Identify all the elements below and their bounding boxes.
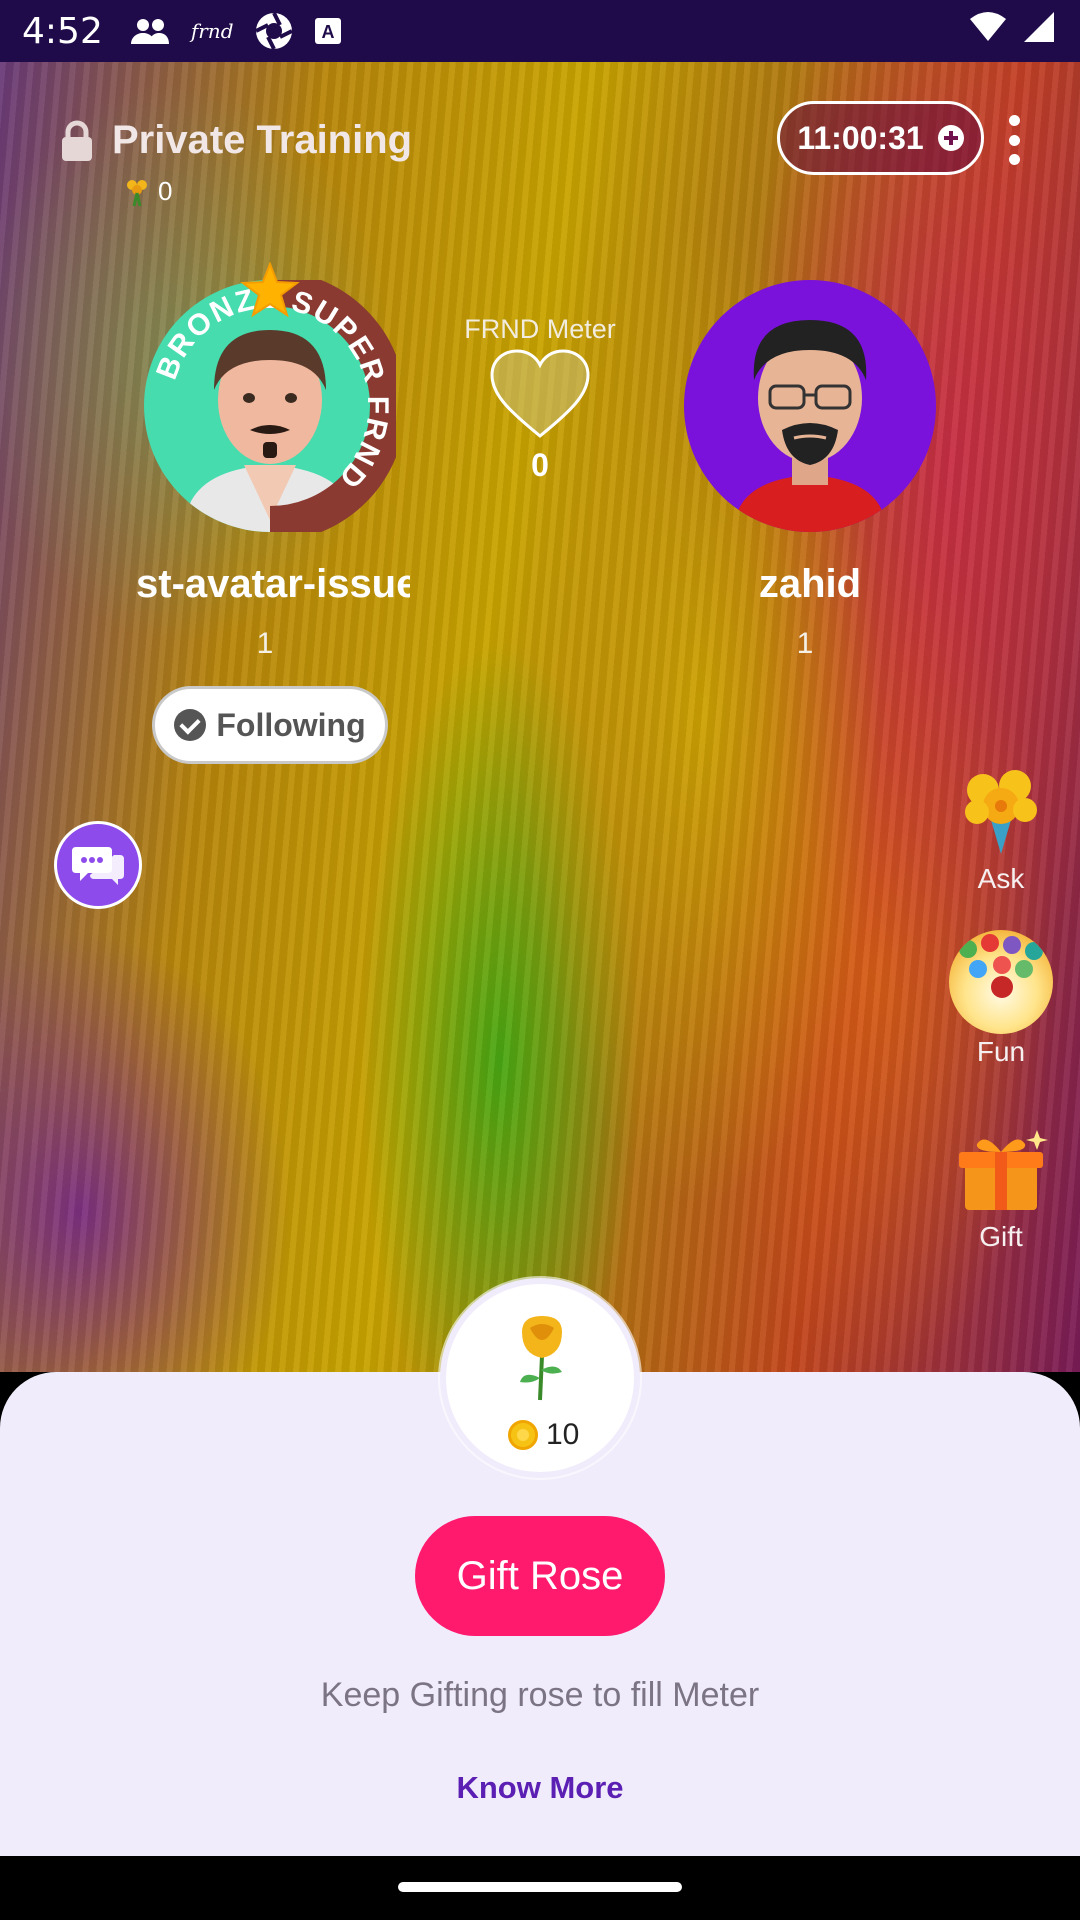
frnd-meter-label: FRND Meter: [464, 314, 616, 344]
know-more-link[interactable]: Know More: [440, 1770, 640, 1806]
more-options-button[interactable]: [1004, 115, 1024, 165]
status-bar: 4:52 frnd A: [0, 0, 1080, 62]
room-title: Private Training: [60, 118, 412, 163]
gift-rose-button[interactable]: Gift Rose: [415, 1516, 665, 1636]
signal-icon: [1024, 12, 1054, 42]
chat-bubbles-icon: [72, 847, 124, 885]
timer-value: 11:00:31: [797, 119, 924, 156]
people-icon: [130, 19, 169, 44]
rose-icon: [520, 1316, 562, 1401]
check-icon: [174, 709, 207, 741]
gift-button[interactable]: Gift: [941, 1130, 1061, 1253]
right-user-name[interactable]: zahid: [684, 562, 936, 607]
following-button[interactable]: Following: [152, 686, 388, 764]
meter-hint: Keep Gifting rose to fill Meter: [320, 1676, 760, 1714]
rose-cost-value: 10: [546, 1418, 580, 1451]
gift-box-icon: [959, 1130, 1048, 1210]
rose-bouquet-icon: [127, 179, 147, 206]
fun-label: Fun: [976, 1036, 1026, 1067]
rose-count: 0: [122, 176, 172, 207]
status-time: 4:52: [22, 10, 103, 52]
home-gesture-handle[interactable]: [398, 1882, 682, 1892]
ask-button[interactable]: Ask: [941, 760, 1061, 895]
right-user-avatar[interactable]: [684, 280, 936, 532]
heart-icon[interactable]: [488, 348, 592, 440]
wifi-icon: [970, 12, 1006, 41]
font-icon: A: [314, 18, 341, 44]
bingo-balls-icon: [949, 930, 1053, 1034]
right-avatar-face: [734, 320, 886, 532]
room-title-label: Private Training: [112, 118, 413, 162]
lock-icon: [62, 120, 92, 161]
chat-button[interactable]: [54, 821, 142, 909]
star-badge-icon: [240, 262, 300, 318]
following-label: Following: [216, 706, 366, 743]
left-user-name[interactable]: st-avatar-issue: [136, 562, 410, 607]
rose-price-bubble: 10: [440, 1278, 640, 1478]
aperture-icon: [254, 12, 293, 50]
right-user-level: 1: [796, 627, 814, 660]
fun-button[interactable]: Fun: [941, 930, 1061, 1068]
frnd-meter-value: 0: [531, 447, 549, 483]
timer-pill[interactable]: 11:00:31: [777, 101, 984, 175]
left-user-level: 1: [256, 627, 274, 660]
gift-label: Gift: [979, 1221, 1023, 1252]
ask-label: Ask: [977, 863, 1025, 894]
svg-text:A: A: [321, 22, 334, 42]
flower-bouquet-icon: [965, 770, 1037, 854]
add-time-icon[interactable]: [937, 125, 964, 151]
rose-count-value: 0: [158, 176, 173, 206]
frnd-icon: frnd: [190, 19, 234, 43]
rose-cost: 10: [508, 1418, 579, 1452]
coin-icon: [508, 1420, 538, 1450]
